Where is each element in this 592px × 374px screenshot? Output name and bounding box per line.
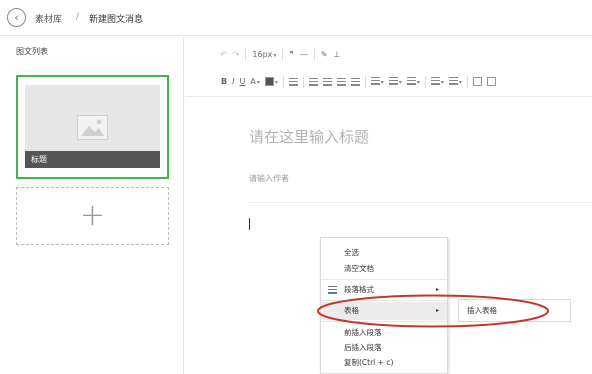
align-justify-icon[interactable]: [350, 74, 360, 90]
chevron-down-icon: ▾: [416, 78, 420, 86]
toolbar-divider: [302, 76, 304, 88]
line-height-glyph: [406, 77, 416, 85]
font-color-label: A: [250, 76, 256, 86]
table-submenu: 插入表格: [458, 299, 571, 322]
menu-item-copy[interactable]: 复制(Ctrl + c): [321, 354, 447, 372]
spacing-before-icon[interactable]: ▾: [370, 74, 384, 91]
breadcrumb-separator: /: [76, 12, 80, 22]
editor-toolbar: ↶ ↷ 16px▾ ❞ — ✎ ⊥ B I U A▾ ▾ ▾ ▾ ▾ ▾ ▾: [185, 37, 592, 97]
menu-item-paragraph-format[interactable]: 段落格式 ▸: [321, 281, 447, 299]
format-painter-icon[interactable]: ⊥: [333, 47, 340, 63]
toolbar-divider: [466, 76, 468, 88]
menu-item-table[interactable]: 表格 ▸: [321, 302, 447, 320]
chevron-down-icon: ▾: [273, 51, 277, 59]
background-color-icon: [264, 76, 274, 86]
menu-item-label: 复制(Ctrl + c): [344, 358, 394, 367]
unordered-list-glyph: [430, 77, 440, 85]
toolbar-row-2: B I U A▾ ▾ ▾ ▾ ▾ ▾ ▾: [221, 74, 496, 90]
spacing-after-glyph: [388, 77, 398, 85]
menu-item-label: 后插入段落: [344, 343, 382, 352]
align-center-glyph: [322, 77, 332, 86]
menu-item-label: 段落格式: [344, 285, 374, 294]
paragraph-icon: [328, 286, 337, 294]
ordered-list-icon[interactable]: ▾: [448, 74, 462, 91]
chevron-down-icon: ▾: [256, 78, 260, 86]
insert-video-icon[interactable]: [486, 74, 496, 90]
editor-divider: [249, 202, 592, 203]
chevron-down-icon: ▾: [274, 78, 278, 86]
menu-item-label: 清空文档: [344, 264, 374, 273]
chevron-right-icon: ▸: [435, 307, 439, 314]
text-cursor: [249, 218, 250, 230]
undo-icon[interactable]: ↶: [220, 47, 227, 63]
bold-button[interactable]: B: [221, 74, 227, 90]
menu-separator: [321, 321, 447, 322]
insert-image-icon[interactable]: [472, 74, 482, 90]
indent-glyph: [288, 77, 298, 86]
sidebar-title: 图文列表: [16, 47, 48, 56]
article-card-selected[interactable]: 标题: [16, 75, 169, 179]
align-justify-glyph: [350, 77, 360, 86]
align-right-glyph: [336, 77, 346, 86]
ordered-list-glyph: [448, 77, 458, 85]
chevron-down-icon: ▾: [458, 78, 462, 86]
line-height-icon[interactable]: ▾: [406, 74, 420, 91]
author-input[interactable]: 请输入作者: [249, 173, 289, 184]
image-placeholder-icon: [77, 115, 108, 140]
chevron-down-icon: ▾: [398, 78, 402, 86]
font-size-value: 16px: [252, 49, 273, 59]
background-color-button[interactable]: ▾: [264, 74, 278, 91]
spacing-after-icon[interactable]: ▾: [388, 74, 402, 91]
insert-video-glyph: [486, 77, 496, 86]
menu-item-label: 全选: [344, 248, 359, 257]
indent-icon[interactable]: [288, 74, 298, 90]
clear-format-icon[interactable]: ✎: [321, 47, 328, 63]
align-left-glyph: [308, 77, 318, 86]
font-color-button[interactable]: A▾: [250, 74, 260, 91]
toolbar-divider: [424, 76, 426, 88]
context-menu: 全选 清空文档 段落格式 ▸ 表格 ▸ 前插入段落 后插入段落 复制(Ctrl …: [320, 237, 448, 374]
title-input[interactable]: 请在这里输入标题: [249, 126, 369, 147]
spacing-before-glyph: [370, 77, 380, 85]
back-arrow-icon[interactable]: ‹: [7, 8, 26, 27]
plus-icon: +: [79, 198, 106, 233]
chevron-right-icon: ▸: [435, 286, 439, 293]
underline-button[interactable]: U: [239, 74, 245, 90]
menu-separator: [321, 279, 447, 280]
add-article-button[interactable]: +: [16, 187, 169, 245]
toolbar-row-1: ↶ ↷ 16px▾ ❞ — ✎ ⊥: [220, 47, 340, 63]
menu-separator: [321, 300, 447, 301]
horizontal-rule-icon[interactable]: —: [300, 47, 308, 63]
breadcrumb-material-library[interactable]: 素材库: [35, 12, 62, 25]
menu-item-insert-table[interactable]: 插入表格: [467, 300, 497, 321]
italic-button[interactable]: I: [232, 74, 234, 90]
align-center-icon[interactable]: [322, 74, 332, 90]
menu-item-clear-document[interactable]: 清空文档: [321, 260, 447, 278]
article-list-sidebar: 图文列表 标题 +: [0, 37, 184, 374]
toolbar-divider: [245, 49, 247, 61]
redo-icon[interactable]: ↷: [233, 47, 240, 63]
align-right-icon[interactable]: [336, 74, 346, 90]
chevron-down-icon: ▾: [380, 78, 384, 86]
toolbar-divider: [282, 76, 284, 88]
breadcrumb-current-page: 新建图文消息: [89, 15, 144, 25]
blockquote-icon[interactable]: ❞: [289, 47, 293, 63]
font-size-select[interactable]: 16px▾: [252, 47, 276, 64]
chevron-down-icon: ▾: [440, 78, 444, 86]
toolbar-divider: [364, 76, 366, 88]
unordered-list-icon[interactable]: ▾: [430, 74, 444, 91]
insert-image-glyph: [472, 77, 482, 86]
top-header: ‹ 素材库 / 新建图文消息: [0, 0, 592, 36]
card-title: 标题: [25, 151, 160, 168]
toolbar-divider: [282, 49, 284, 61]
menu-item-label: 前插入段落: [344, 328, 382, 337]
menu-item-label: 表格: [344, 306, 359, 315]
toolbar-divider: [313, 49, 315, 61]
align-left-icon[interactable]: [308, 74, 318, 90]
